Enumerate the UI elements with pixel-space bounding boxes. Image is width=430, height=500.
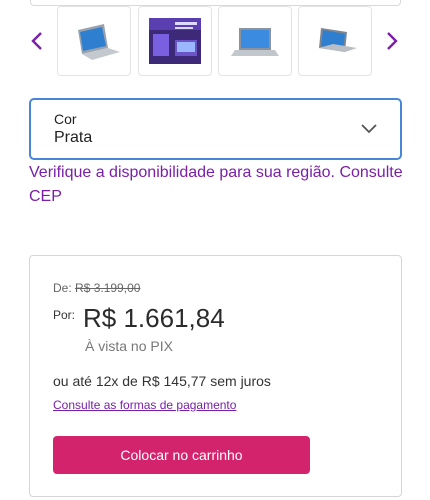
chevron-down-icon: [361, 124, 377, 134]
laptop-silver-icon: [78, 24, 120, 60]
payment-options-link[interactable]: Consulte as formas de pagamento: [53, 398, 236, 412]
installments-text: ou até 12x de R$ 145,77 sem juros: [53, 373, 271, 389]
promo-banner-icon: [149, 18, 201, 64]
old-price-line: De: R$ 3.199,00: [53, 281, 140, 295]
pix-note: À vista no PIX: [85, 338, 173, 354]
color-select-value: Prata: [54, 129, 93, 146]
chevron-right-icon[interactable]: [380, 26, 404, 56]
old-price: R$ 3.199,00: [75, 281, 141, 295]
color-select[interactable]: Cor Prata: [29, 98, 402, 160]
thumbnail-laptop-open[interactable]: [218, 6, 292, 76]
price-card: De: R$ 3.199,00 Por: R$ 1.661,84 À vista…: [29, 255, 402, 497]
laptop-open-icon: [231, 28, 279, 56]
old-price-label: De:: [53, 281, 72, 295]
thumbnail-promo-banner[interactable]: [138, 6, 212, 76]
add-to-cart-button[interactable]: Colocar no carrinho: [53, 436, 310, 474]
image-carousel: [0, 6, 430, 76]
color-select-label: Cor: [54, 111, 77, 127]
availability-message[interactable]: Verifique a disponibilidade para sua reg…: [29, 161, 409, 209]
current-price: R$ 1.661,84: [83, 303, 225, 333]
laptop-angled-icon: [319, 28, 357, 52]
thumbnail-laptop-angled[interactable]: [298, 6, 372, 76]
thumbnail-laptop-silver[interactable]: [57, 6, 131, 76]
por-label: Por:: [53, 308, 76, 322]
chevron-left-icon[interactable]: [25, 26, 49, 56]
